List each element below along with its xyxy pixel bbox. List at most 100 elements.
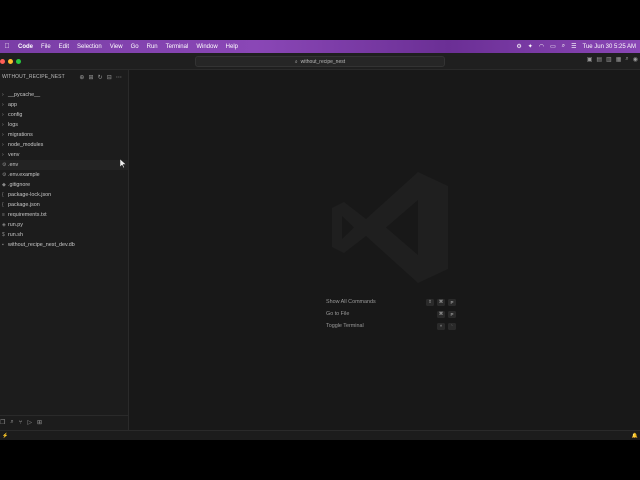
tree-item-label: package.json bbox=[8, 202, 40, 208]
json-file-icon: { bbox=[2, 192, 4, 198]
tree-item-run-py[interactable]: ◈ run.py bbox=[0, 220, 128, 230]
zoom-window-button[interactable] bbox=[16, 58, 21, 64]
tree-item-app[interactable]: › app bbox=[0, 100, 128, 110]
tree-item-env[interactable]: ⚙ .env bbox=[0, 160, 128, 170]
close-window-button[interactable] bbox=[0, 58, 5, 64]
keycap: ⌘ bbox=[437, 310, 445, 318]
shortcut-label: Go to File bbox=[326, 311, 350, 317]
tree-item-label: migrations bbox=[8, 132, 33, 138]
keycap: ` bbox=[448, 322, 456, 330]
tree-item-pycache[interactable]: › __pycache__ bbox=[0, 90, 128, 100]
status-bar: ⚡ 🔔 bbox=[0, 430, 640, 440]
toggle-secondary-sidebar-icon[interactable]: ▥ bbox=[606, 56, 612, 63]
explorer-title: WITHOUT_RECIPE_NEST bbox=[2, 74, 65, 80]
tree-item-label: .env bbox=[8, 162, 19, 168]
tree-item-logs[interactable]: › logs bbox=[0, 120, 128, 130]
menu-file[interactable]: File bbox=[37, 44, 55, 50]
accounts-icon[interactable]: ◉ bbox=[633, 56, 638, 63]
notifications-icon[interactable]: 🔔 bbox=[632, 433, 638, 439]
tree-item-label: app bbox=[8, 102, 17, 108]
mouse-pointer-icon bbox=[120, 159, 126, 168]
tree-item-gitignore[interactable]: ◆ .gitignore bbox=[0, 180, 128, 190]
keycap: ⌘ bbox=[437, 298, 445, 306]
menu-code[interactable]: Code bbox=[14, 44, 37, 50]
menu-terminal[interactable]: Terminal bbox=[162, 44, 193, 50]
shortcut-keys: ⇧ ⌘ P bbox=[426, 298, 456, 306]
chevron-right-icon: › bbox=[2, 122, 4, 128]
menu-selection[interactable]: Selection bbox=[73, 44, 106, 50]
keycap: P bbox=[448, 310, 456, 318]
search-icon[interactable]: ⌕ bbox=[625, 56, 628, 63]
menubar-status-area: ⚙ ✦ ◠ ▭ ⌕ ☰ Tue Jun 30 5:25 AM bbox=[516, 43, 640, 50]
tree-item-venv[interactable]: › venv bbox=[0, 150, 128, 160]
chevron-right-icon: › bbox=[2, 92, 4, 98]
menu-view[interactable]: View bbox=[106, 44, 127, 50]
customize-layout-icon[interactable]: ▦ bbox=[616, 56, 622, 63]
vscode-window: ⌕ without_recipe_nest ▣ ▤ ▥ ▦ ⌕ ◉ WITHOU… bbox=[0, 53, 640, 440]
tree-item-label: without_recipe_nest_dev.db bbox=[8, 242, 75, 248]
new-folder-icon[interactable]: ⊞ bbox=[88, 74, 93, 81]
settings-icon[interactable]: ⚙ bbox=[516, 43, 521, 50]
tree-item-run-sh[interactable]: $ run.sh bbox=[0, 230, 128, 240]
tree-item-label: requirements.txt bbox=[8, 212, 47, 218]
sidebar-bottom-toolbar: ❐ ⌕ ⑂ ▷ ⊞ bbox=[0, 415, 129, 429]
source-control-icon[interactable]: ⑂ bbox=[19, 420, 23, 426]
new-file-icon[interactable]: ⊕ bbox=[79, 74, 84, 81]
layout-controls: ▣ ▤ ▥ ▦ ⌕ ◉ bbox=[587, 56, 638, 63]
title-bar: ⌕ without_recipe_nest ▣ ▤ ▥ ▦ ⌕ ◉ bbox=[0, 53, 640, 70]
sparkle-icon[interactable]: ✦ bbox=[528, 43, 533, 50]
tree-item-dev-db[interactable]: ▪ without_recipe_nest_dev.db bbox=[0, 240, 128, 250]
keycap: ^ bbox=[437, 322, 445, 330]
shell-file-icon: $ bbox=[2, 232, 5, 238]
more-actions-icon[interactable]: ⋯ bbox=[116, 74, 122, 81]
menu-help[interactable]: Help bbox=[222, 44, 242, 50]
shortcut-show-all-commands[interactable]: Show All Commands ⇧ ⌘ P bbox=[326, 296, 456, 308]
settings-file-icon: ⚙ bbox=[2, 172, 7, 178]
database-file-icon: ▪ bbox=[2, 242, 4, 248]
run-debug-icon[interactable]: ▷ bbox=[27, 419, 32, 426]
wifi-icon[interactable]: ◠ bbox=[539, 43, 544, 50]
search-icon[interactable]: ⌕ bbox=[562, 43, 565, 50]
minimize-window-button[interactable] bbox=[8, 58, 13, 64]
menubar-clock[interactable]: Tue Jun 30 5:25 AM bbox=[583, 44, 636, 50]
control-center-icon[interactable]: ☰ bbox=[571, 43, 576, 50]
menu-run[interactable]: Run bbox=[143, 44, 162, 50]
search-icon[interactable]: ⌕ bbox=[10, 419, 13, 426]
tree-item-label: logs bbox=[8, 122, 18, 128]
menu-edit[interactable]: Edit bbox=[55, 44, 73, 50]
explorer-icon[interactable]: ❐ bbox=[0, 419, 5, 426]
shortcut-toggle-terminal[interactable]: Toggle Terminal ^ ` bbox=[326, 320, 456, 332]
tree-item-requirements[interactable]: ≡ requirements.txt bbox=[0, 210, 128, 220]
toggle-sidebar-icon[interactable]: ▣ bbox=[587, 56, 593, 63]
tree-item-node-modules[interactable]: › node_modules bbox=[0, 140, 128, 150]
extensions-icon[interactable]: ⊞ bbox=[37, 419, 42, 426]
collapse-all-icon[interactable]: ⊟ bbox=[107, 74, 112, 81]
tree-item-config[interactable]: › config bbox=[0, 110, 128, 120]
toggle-panel-icon[interactable]: ▤ bbox=[596, 56, 602, 63]
explorer-header: WITHOUT_RECIPE_NEST ⊕ ⊞ ↻ ⊟ ⋯ bbox=[0, 70, 128, 84]
tree-item-label: node_modules bbox=[8, 142, 44, 148]
vscode-logo-watermark bbox=[332, 172, 448, 283]
tree-item-env-example[interactable]: ⚙ .env.example bbox=[0, 170, 128, 180]
python-file-icon: ◈ bbox=[2, 222, 6, 228]
chevron-right-icon: › bbox=[2, 142, 4, 148]
keycap: P bbox=[448, 298, 456, 306]
tree-item-migrations[interactable]: › migrations bbox=[0, 130, 128, 140]
menu-go[interactable]: Go bbox=[127, 44, 143, 50]
editor-empty-area: Show All Commands ⇧ ⌘ P Go to File ⌘ P T… bbox=[130, 70, 640, 430]
apple-icon[interactable]:  bbox=[0, 43, 14, 50]
shortcut-go-to-file[interactable]: Go to File ⌘ P bbox=[326, 308, 456, 320]
battery-icon[interactable]: ▭ bbox=[550, 43, 556, 50]
remote-indicator-icon[interactable]: ⚡ bbox=[2, 433, 8, 439]
command-center-search[interactable]: ⌕ without_recipe_nest bbox=[195, 56, 445, 67]
menu-window[interactable]: Window bbox=[192, 44, 221, 50]
shortcut-keys: ⌘ P bbox=[437, 310, 456, 318]
chevron-right-icon: › bbox=[2, 112, 4, 118]
tree-item-label: package-lock.json bbox=[8, 192, 52, 198]
refresh-icon[interactable]: ↻ bbox=[98, 74, 103, 81]
tree-item-package-lock[interactable]: { package-lock.json bbox=[0, 190, 128, 200]
command-center-label: without_recipe_nest bbox=[300, 58, 346, 65]
text-file-icon: ≡ bbox=[2, 212, 5, 218]
shortcut-label: Toggle Terminal bbox=[326, 323, 364, 329]
tree-item-package-json[interactable]: {package.json bbox=[0, 200, 128, 210]
